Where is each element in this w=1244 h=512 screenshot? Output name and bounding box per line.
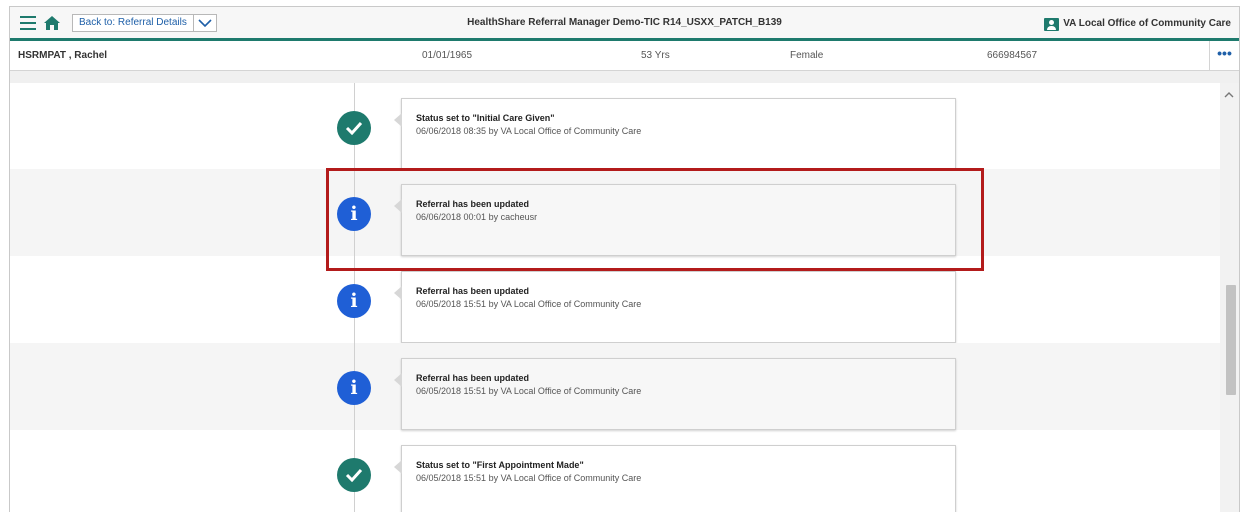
office-label: VA Local Office of Community Care — [1063, 18, 1231, 29]
info-icon: i — [337, 371, 371, 405]
patient-name: HSRMPAT , Rachel — [18, 50, 108, 61]
timeline-card[interactable]: Status set to "Initial Care Given" 06/06… — [394, 98, 956, 170]
timeline-card-title: Status set to "Initial Care Given" — [416, 113, 555, 123]
timeline-card-title: Referral has been updated — [416, 286, 530, 296]
timeline-entry: Status set to "Initial Care Given" 06/06… — [10, 83, 1220, 170]
chevron-up-icon[interactable] — [1224, 91, 1234, 99]
timeline-card[interactable]: Referral has been updated 06/05/2018 15:… — [394, 271, 956, 343]
section-divider — [10, 71, 1239, 83]
timeline-card[interactable]: Referral has been updated 06/05/2018 15:… — [394, 358, 956, 430]
app-window: Back to: Referral Details HealthShare Re… — [9, 6, 1240, 512]
office-indicator[interactable]: VA Local Office of Community Care — [1044, 16, 1231, 32]
check-icon — [337, 111, 371, 145]
top-bar: Back to: Referral Details HealthShare Re… — [10, 7, 1239, 41]
patient-sex: Female — [790, 50, 824, 61]
timeline: Status set to "Initial Care Given" 06/06… — [10, 83, 1220, 512]
patient-age: 53 Yrs — [641, 50, 670, 61]
timeline-card-title: Referral has been updated — [416, 373, 530, 383]
timeline-card[interactable]: Status set to "First Appointment Made" 0… — [394, 445, 956, 512]
more-options-button[interactable]: ••• — [1209, 41, 1239, 70]
user-card-icon — [1044, 17, 1060, 31]
timeline-card-subtitle: 06/05/2018 15:51 by VA Local Office of C… — [416, 473, 642, 483]
info-icon: i — [337, 284, 371, 318]
patient-dob: 01/01/1965 — [422, 50, 473, 61]
timeline-card-subtitle: 06/06/2018 08:35 by VA Local Office of C… — [416, 126, 642, 136]
timeline-entry: i Referral has been updated 06/05/2018 1… — [10, 343, 1220, 430]
patient-banner: HSRMPAT , Rachel 01/01/1965 53 Yrs Femal… — [10, 41, 1239, 71]
timeline-card-title: Status set to "First Appointment Made" — [416, 460, 584, 470]
highlight-box — [326, 168, 984, 271]
scrollbar-thumb[interactable] — [1226, 285, 1236, 395]
scrollbar[interactable] — [1220, 83, 1239, 512]
check-icon — [337, 458, 371, 492]
patient-id: 666984567 — [987, 50, 1038, 61]
timeline-entry: Status set to "First Appointment Made" 0… — [10, 430, 1220, 512]
timeline-card-subtitle: 06/05/2018 15:51 by VA Local Office of C… — [416, 299, 642, 309]
timeline-card-subtitle: 06/05/2018 15:51 by VA Local Office of C… — [416, 386, 642, 396]
